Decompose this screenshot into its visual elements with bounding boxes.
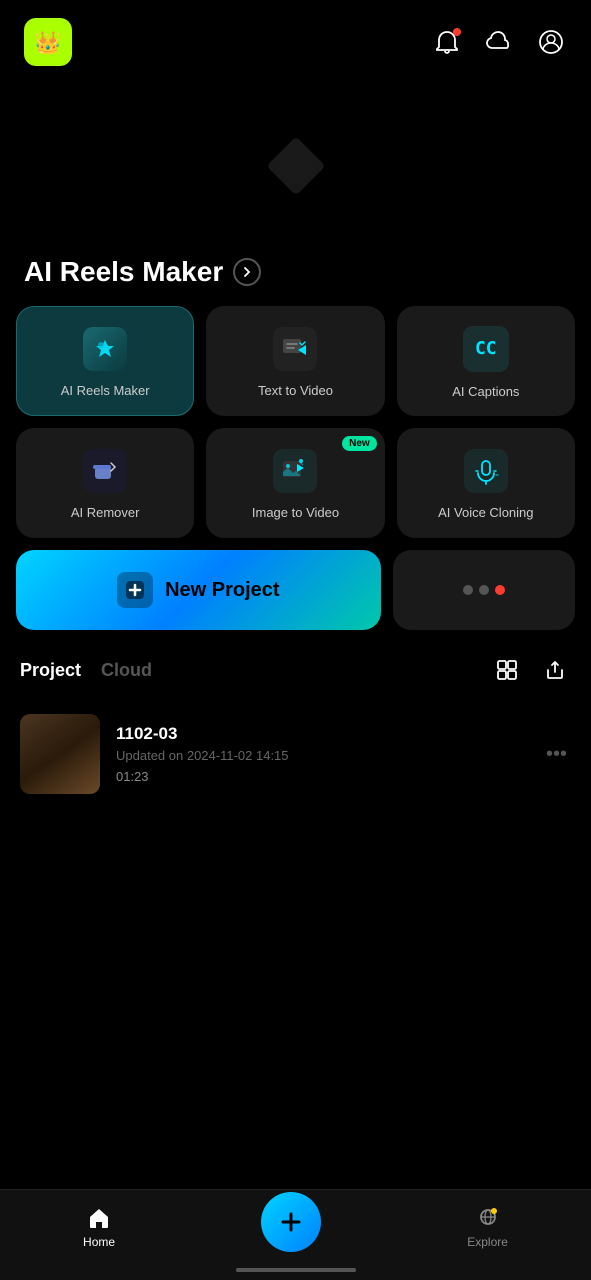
notification-badge: [453, 28, 461, 36]
home-indicator: [236, 1268, 356, 1272]
bottom-nav: Home Explore: [0, 1189, 591, 1280]
tab-project[interactable]: Project: [20, 656, 93, 685]
more-dots: [463, 585, 505, 595]
cloud-button[interactable]: [483, 26, 515, 58]
project-info: 1102-03 Updated on 2024-11-02 14:15 01:2…: [116, 724, 526, 784]
reels-label: AI Reels Maker: [61, 383, 150, 400]
tool-ai-voice-cloning[interactable]: AI Voice Cloning: [397, 428, 575, 538]
reels-icon: [83, 327, 127, 371]
tools-grid: AI Reels Maker Text to Video CC AI Capti…: [0, 306, 591, 538]
table-row[interactable]: 1102-03 Updated on 2024-11-02 14:15 01:2…: [0, 698, 591, 810]
grid-view-button[interactable]: [491, 654, 523, 686]
project-more-button[interactable]: •••: [542, 739, 571, 770]
voice-icon: [464, 449, 508, 493]
captions-label: AI Captions: [452, 384, 519, 401]
tabs-row: Project Cloud: [0, 630, 591, 698]
nav-home-label: Home: [83, 1235, 115, 1249]
dot-2: [479, 585, 489, 595]
notifications-button[interactable]: [431, 26, 463, 58]
hero-area: [0, 76, 591, 256]
nav-home[interactable]: Home: [63, 1205, 135, 1249]
section-title: AI Reels Maker: [24, 256, 223, 288]
header: 👑: [0, 0, 591, 76]
text-video-icon: [273, 327, 317, 371]
remover-icon: [83, 449, 127, 493]
tool-text-to-video[interactable]: Text to Video: [206, 306, 384, 416]
voice-label: AI Voice Cloning: [438, 505, 533, 522]
nav-explore[interactable]: Explore: [447, 1205, 528, 1249]
project-duration: 01:23: [116, 769, 526, 784]
nav-explore-label: Explore: [467, 1235, 508, 1249]
tool-image-to-video[interactable]: New Image to Video: [206, 428, 384, 538]
tool-ai-reels-maker[interactable]: AI Reels Maker: [16, 306, 194, 416]
dot-1: [463, 585, 473, 595]
dot-3-red: [495, 585, 505, 595]
section-arrow-button[interactable]: [233, 258, 261, 286]
header-actions: [431, 26, 567, 58]
new-project-label: New Project: [165, 579, 279, 602]
new-project-button[interactable]: New Project: [16, 550, 381, 630]
tab-cloud[interactable]: Cloud: [101, 656, 164, 685]
image-video-icon: [273, 449, 317, 493]
tool-ai-captions[interactable]: CC AI Captions: [397, 306, 575, 416]
profile-button[interactable]: [535, 26, 567, 58]
remover-label: AI Remover: [71, 505, 140, 522]
project-name: 1102-03: [116, 724, 526, 744]
tab-actions: [491, 654, 571, 686]
image-video-label: Image to Video: [252, 505, 339, 522]
nav-add-button[interactable]: [261, 1192, 321, 1252]
tool-ai-remover[interactable]: AI Remover: [16, 428, 194, 538]
project-thumbnail: [20, 714, 100, 794]
thumb-image: [20, 714, 100, 794]
bottom-tools-row: New Project: [0, 538, 591, 630]
project-list: 1102-03 Updated on 2024-11-02 14:15 01:2…: [0, 698, 591, 810]
text-video-label: Text to Video: [258, 383, 333, 400]
more-options-card[interactable]: [393, 550, 575, 630]
section-header: AI Reels Maker: [0, 256, 591, 306]
project-date: Updated on 2024-11-02 14:15: [116, 748, 526, 763]
app-logo[interactable]: 👑: [24, 18, 72, 66]
new-badge: New: [342, 436, 377, 451]
new-project-icon: [117, 572, 153, 608]
export-button[interactable]: [539, 654, 571, 686]
captions-icon: CC: [463, 326, 509, 372]
